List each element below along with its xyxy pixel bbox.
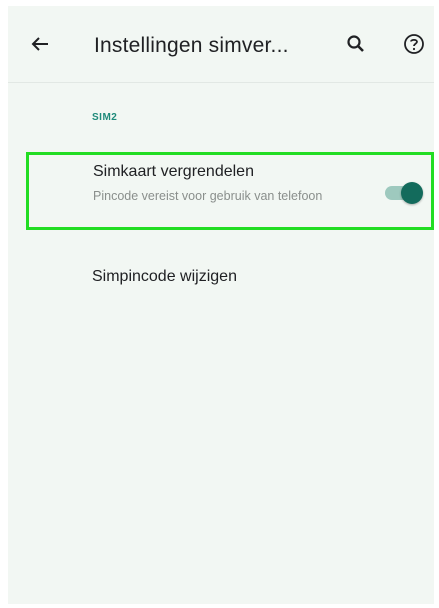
section-header: SIM2 [92,112,118,123]
settings-screen: Instellingen simver... SIM2 Simkaart ver… [8,6,434,604]
search-button[interactable] [340,28,372,60]
change-pin-preference[interactable]: Simpincode wijzigen [8,254,434,308]
help-button[interactable] [398,28,430,60]
arrow-left-icon [31,37,48,51]
app-bar: Instellingen simver... [8,6,434,82]
back-button[interactable] [24,28,56,60]
lock-sim-preference[interactable]: Simkaart vergrendelen Pincode vereist vo… [26,152,434,230]
lock-sim-title: Simkaart vergrendelen [93,163,254,180]
search-icon [347,35,364,52]
lock-sim-summary: Pincode vereist voor gebruik van telefoo… [93,189,323,203]
change-pin-label: Simpincode wijzigen [92,268,237,285]
lock-sim-toggle[interactable] [383,182,423,204]
page-title: Instellingen simver... [94,34,289,57]
help-circle-icon [404,34,424,54]
toggle-thumb [401,182,423,204]
app-bar-divider [8,82,434,83]
